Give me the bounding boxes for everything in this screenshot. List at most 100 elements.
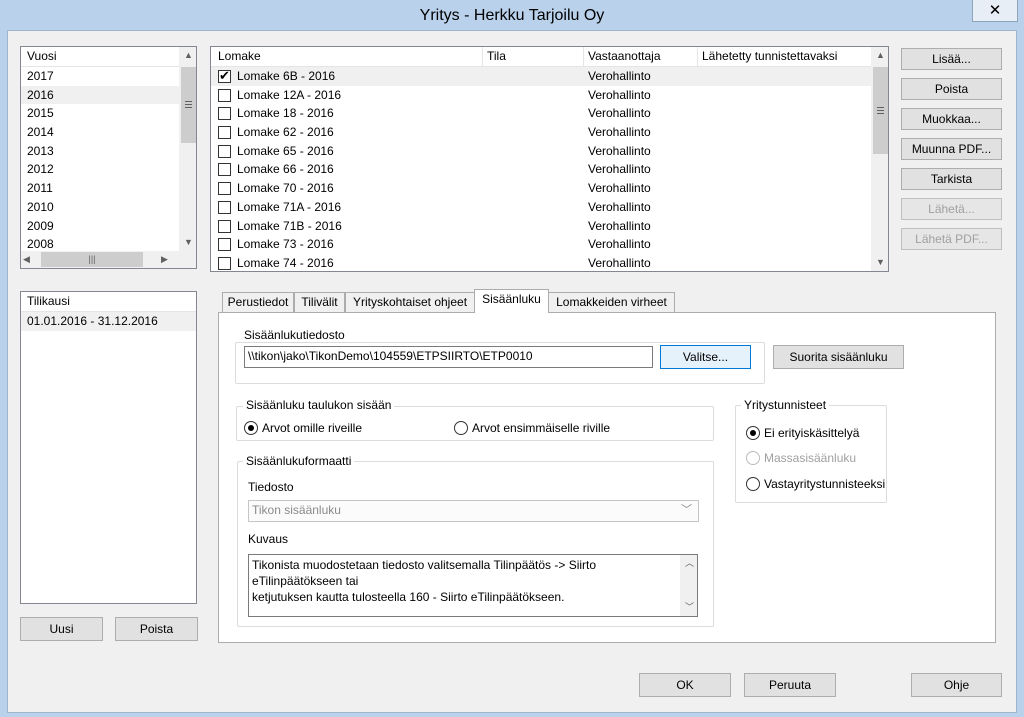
row-checkbox[interactable] <box>218 88 231 102</box>
run-import-button[interactable]: Suorita sisäänluku <box>773 345 904 369</box>
tab-company-instructions[interactable]: Yrityskohtaiset ohjeet <box>345 292 475 313</box>
column-status[interactable]: Tila <box>487 47 506 66</box>
scroll-up-icon[interactable]: ︿ <box>681 555 697 572</box>
form-name-cell: Lomake 66 - 2016 <box>237 162 334 177</box>
mass-import-radio[interactable] <box>746 451 760 465</box>
table-row[interactable]: Lomake 62 - 2016 Verohallinto <box>211 123 888 142</box>
description-textarea[interactable]: Tikonista muodostetaan tiedosto valitsem… <box>248 554 698 617</box>
remove-period-button[interactable]: Poista <box>115 617 198 641</box>
form-name-cell: Lomake 70 - 2016 <box>237 181 334 196</box>
scroll-left-icon[interactable]: ◀ <box>23 251 37 268</box>
row-checkbox[interactable] <box>218 107 231 121</box>
form-name-cell: Lomake 65 - 2016 <box>237 143 334 158</box>
scroll-thumb[interactable] <box>873 67 888 154</box>
list-item[interactable]: 2011 <box>21 179 196 198</box>
recipient-cell: Verohallinto <box>588 106 651 121</box>
own-rows-radio[interactable] <box>244 421 258 435</box>
row-checkbox[interactable] <box>218 200 231 214</box>
remove-form-button[interactable]: Poista <box>901 78 1002 100</box>
row-checkbox[interactable] <box>218 256 231 270</box>
no-special-label[interactable]: Ei erityiskäsittelyä <box>764 426 859 440</box>
table-row[interactable]: Lomake 74 - 2016 Verohallinto <box>211 254 888 271</box>
cancel-button[interactable]: Peruuta <box>744 673 836 697</box>
new-period-button[interactable]: Uusi <box>20 617 103 641</box>
list-item[interactable]: 2012 <box>21 160 196 179</box>
scroll-up-icon[interactable]: ▲ <box>180 47 196 64</box>
description-scrollbar[interactable]: ︿ ﹀ <box>680 555 697 616</box>
first-row-label[interactable]: Arvot ensimmäiselle riville <box>472 421 610 435</box>
recipient-cell: Verohallinto <box>588 199 651 214</box>
list-item[interactable]: 2010 <box>21 198 196 217</box>
chevron-down-icon[interactable]: ﹀ <box>681 501 692 520</box>
list-item[interactable]: 2013 <box>21 142 196 161</box>
row-checkbox[interactable] <box>218 238 231 252</box>
tab-basic-info[interactable]: Perustiedot <box>222 292 294 313</box>
send-button[interactable]: Lähetä... <box>901 198 1002 220</box>
form-name-cell: Lomake 18 - 2016 <box>237 106 334 121</box>
scroll-right-icon[interactable]: ▶ <box>161 251 175 268</box>
counter-company-label[interactable]: Vastayritystunnisteeksi <box>764 477 885 491</box>
counter-company-radio[interactable] <box>746 477 760 491</box>
row-checkbox[interactable] <box>218 182 231 196</box>
year-list[interactable]: Vuosi 2017 2016 2015 2014 2013 2012 2011 2010 20… <box>20 46 197 269</box>
forms-list[interactable]: Lomake Tila Vastaanottaja Lähetetty tunn… <box>210 46 889 272</box>
row-checkbox[interactable] <box>218 68 231 87</box>
row-checkbox[interactable] <box>218 219 231 233</box>
no-special-radio[interactable] <box>746 426 760 440</box>
list-item[interactable]: 2015 <box>21 104 196 123</box>
table-import-group-title: Sisäänluku taulukon sisään <box>243 398 395 412</box>
list-item[interactable]: 01.01.2016 - 31.12.2016 <box>21 312 196 331</box>
table-row[interactable]: Lomake 12A - 2016 Verohallinto <box>211 86 888 105</box>
table-row[interactable]: Lomake 18 - 2016 Verohallinto <box>211 104 888 123</box>
table-row[interactable]: Lomake 66 - 2016 Verohallinto <box>211 160 888 179</box>
description-line: ketjutuksen kautta tulosteella 160 - Sii… <box>252 590 565 604</box>
import-file-path-field[interactable]: \\tikon\jako\TikonDemo\104559\ETPSIIRTO\… <box>244 346 653 368</box>
list-item[interactable]: 2017 <box>21 67 196 86</box>
column-sent[interactable]: Lähetetty tunnistettavaksi <box>702 47 837 66</box>
form-name-cell: Lomake 71A - 2016 <box>237 199 342 214</box>
list-item[interactable]: 2014 <box>21 123 196 142</box>
scroll-thumb[interactable] <box>181 67 196 143</box>
column-recipient[interactable]: Vastaanottaja <box>588 47 661 66</box>
table-row[interactable]: Lomake 73 - 2016 Verohallinto <box>211 235 888 254</box>
recipient-cell: Verohallinto <box>588 69 651 83</box>
scroll-up-icon[interactable]: ▲ <box>872 47 888 64</box>
ok-button[interactable]: OK <box>639 673 731 697</box>
table-row[interactable]: Lomake 65 - 2016 Verohallinto <box>211 142 888 161</box>
add-button[interactable]: Lisää... <box>901 48 1002 70</box>
table-row[interactable]: Lomake 71B - 2016 Verohallinto <box>211 217 888 236</box>
year-list-scrollbar[interactable]: ▲ ▼ <box>179 47 196 251</box>
table-row[interactable]: Lomake 70 - 2016 Verohallinto <box>211 179 888 198</box>
edit-button[interactable]: Muokkaa... <box>901 108 1002 130</box>
row-checkbox[interactable] <box>218 126 231 140</box>
convert-pdf-button[interactable]: Muunna PDF... <box>901 138 1002 160</box>
first-row-radio[interactable] <box>454 421 468 435</box>
table-row[interactable]: Lomake 71A - 2016 Verohallinto <box>211 198 888 217</box>
hscroll-thumb[interactable]: ||| <box>41 252 143 267</box>
scroll-down-icon[interactable]: ▼ <box>180 234 196 251</box>
forms-list-header: Lomake Tila Vastaanottaja Lähetetty tunn… <box>211 47 888 67</box>
close-icon[interactable]: ✕ <box>972 0 1018 22</box>
check-button[interactable]: Tarkista <box>901 168 1002 190</box>
tab-form-errors[interactable]: Lomakkeiden virheet <box>548 292 675 313</box>
forms-list-scrollbar[interactable]: ▲ ▼ <box>871 47 888 271</box>
list-item[interactable]: 2016 <box>21 85 196 105</box>
own-rows-label[interactable]: Arvot omille riveille <box>262 421 362 435</box>
send-pdf-button[interactable]: Lähetä PDF... <box>901 228 1002 250</box>
file-format-dropdown[interactable]: Tikon sisäänluku ﹀ <box>248 500 699 522</box>
choose-file-button[interactable]: Valitse... <box>660 345 751 369</box>
row-checkbox[interactable] <box>218 144 231 158</box>
help-button[interactable]: Ohje <box>911 673 1002 697</box>
table-row[interactable]: Lomake 6B - 2016 Verohallinto <box>211 67 888 87</box>
year-list-hscrollbar[interactable]: ◀ ||| ▶ <box>21 251 196 268</box>
period-list[interactable]: Tilikausi 01.01.2016 - 31.12.2016 <box>20 291 197 604</box>
form-name-cell: Lomake 74 - 2016 <box>237 255 334 270</box>
tab-account-ranges[interactable]: Tilivälit <box>294 292 345 313</box>
mass-import-label[interactable]: Massasisäänluku <box>764 451 856 465</box>
row-checkbox[interactable] <box>218 163 231 177</box>
scroll-down-icon[interactable]: ▼ <box>872 254 888 271</box>
scroll-down-icon[interactable]: ﹀ <box>681 599 697 616</box>
tab-import[interactable]: Sisäänluku <box>474 289 549 313</box>
column-form[interactable]: Lomake <box>218 47 261 66</box>
list-item[interactable]: 2009 <box>21 217 196 236</box>
